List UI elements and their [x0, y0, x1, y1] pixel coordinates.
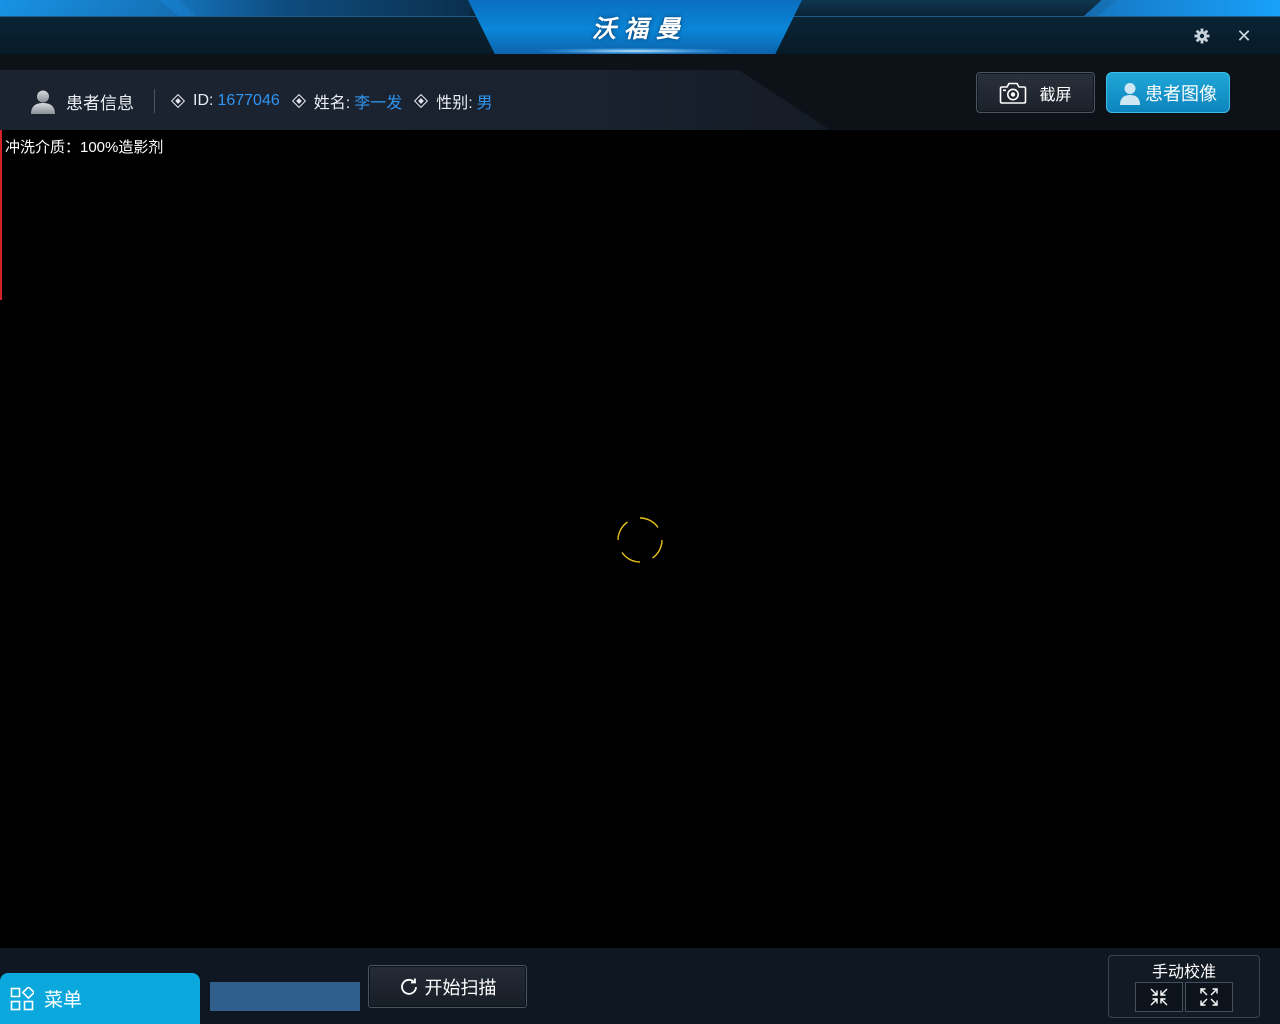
- position-marker: [0, 130, 2, 300]
- patient-info-row: 患者信息 ID: 1677046 姓名: 李一发 性别: 男: [30, 88, 507, 114]
- manual-calibration-title: 手动校准: [1151, 964, 1216, 981]
- scan-progress-bar: [210, 982, 360, 1011]
- start-scan-button[interactable]: 开始扫描: [368, 965, 527, 1008]
- patient-gender-value: 男: [476, 95, 493, 112]
- calibrate-expand-button[interactable]: [1185, 982, 1233, 1012]
- patient-id-field: ID: 1677046: [170, 92, 280, 110]
- grid-menu-icon: [10, 986, 34, 1010]
- patient-name-field: 姓名: 李一发: [291, 89, 403, 113]
- patient-gender-label: 性别:: [436, 95, 473, 112]
- user-icon: [31, 90, 55, 114]
- patient-info-title: 患者信息: [66, 93, 134, 113]
- patient-image-button[interactable]: 患者图像: [1106, 72, 1230, 113]
- patient-name-label: 姓名:: [313, 95, 351, 112]
- screenshot-button[interactable]: 截屏: [976, 72, 1095, 113]
- close-button[interactable]: ✕: [1232, 24, 1256, 48]
- patient-id-label: ID:: [193, 92, 214, 109]
- expand-icon: [1200, 988, 1218, 1006]
- screenshot-label: 截屏: [1039, 84, 1072, 104]
- refresh-icon: [400, 978, 417, 995]
- diamond-icon: [170, 93, 186, 109]
- loading-spinner-icon: [617, 517, 663, 563]
- calibrate-shrink-button[interactable]: [1135, 982, 1183, 1012]
- camera-icon: [1000, 82, 1027, 104]
- settings-button[interactable]: [1190, 24, 1214, 48]
- menu-label: 菜单: [44, 989, 83, 1011]
- flush-medium-text: 冲洗介质：100%造影剂: [5, 139, 164, 156]
- shrink-icon: [1150, 988, 1168, 1006]
- bottom-toolbar: 菜单 开始扫描 手动校准: [0, 948, 1280, 1024]
- diamond-icon: [291, 93, 306, 109]
- gear-icon: [1194, 28, 1210, 44]
- user-icon: [1120, 82, 1140, 105]
- manual-calibration-panel: 手动校准: [1108, 955, 1260, 1018]
- patient-name-value: 李一发: [354, 95, 403, 112]
- image-viewport[interactable]: 冲洗介质：100%造影剂: [0, 130, 1280, 948]
- diamond-icon: [414, 93, 429, 109]
- start-scan-label: 开始扫描: [424, 977, 497, 999]
- patient-image-label: 患者图像: [1145, 83, 1217, 105]
- app-title: 沃福曼: [592, 15, 688, 43]
- patient-id-value: 1677046: [217, 92, 280, 109]
- close-icon: ✕: [1236, 25, 1252, 47]
- patient-gender-field: 性别: 男: [414, 89, 493, 113]
- menu-button[interactable]: 菜单: [0, 973, 200, 1024]
- title-bar: 沃福曼 ✕: [0, 0, 1280, 54]
- divider: [154, 89, 155, 113]
